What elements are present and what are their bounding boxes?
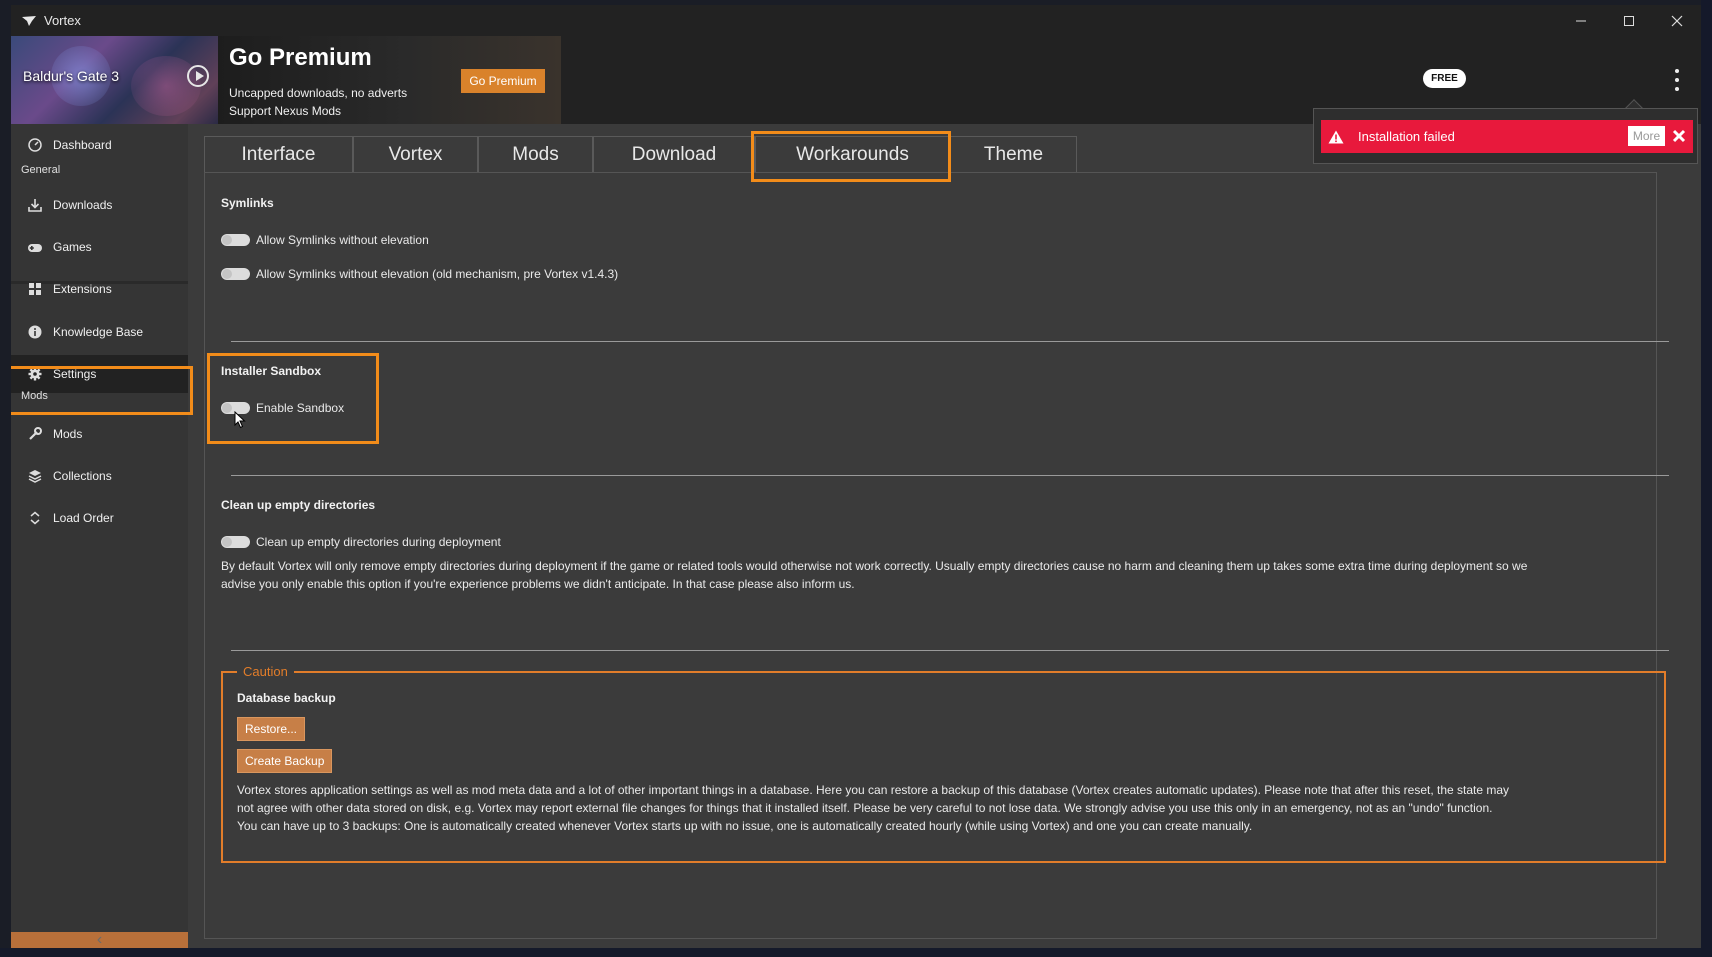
desktop-edge: [1701, 0, 1712, 957]
backup-description-line1: Vortex stores application settings as we…: [237, 783, 1510, 797]
sort-icon: [27, 510, 43, 526]
premium-line-2: Support Nexus Mods: [229, 104, 342, 118]
sidebar-item-load-order[interactable]: Load Order: [11, 499, 188, 537]
tab-vortex[interactable]: Vortex: [353, 136, 478, 172]
backup-description-line2: not agree with other data stored on disk…: [237, 801, 1493, 815]
create-backup-button[interactable]: Create Backup: [237, 749, 333, 773]
download-icon: [27, 197, 43, 213]
maximize-button[interactable]: [1605, 5, 1653, 36]
minimize-button[interactable]: [1557, 5, 1605, 36]
allow-symlinks-label: Allow Symlinks without elevation: [256, 233, 429, 247]
sidebar: Dashboard General Downloads Games Extens…: [11, 124, 188, 948]
allow-symlinks-old-label: Allow Symlinks without elevation (old me…: [256, 267, 619, 281]
more-options-icon[interactable]: [1673, 69, 1681, 91]
extensions-icon: [27, 281, 43, 297]
tab-theme[interactable]: Theme: [950, 136, 1077, 172]
game-art-glow: [131, 56, 201, 116]
active-game-tile[interactable]: Baldur's Gate 3: [11, 36, 218, 124]
cleanup-toggle-row: Clean up empty directories during deploy…: [221, 535, 501, 549]
play-icon[interactable]: [187, 65, 209, 87]
cleanup-directories-toggle[interactable]: [221, 536, 250, 548]
sidebar-item-label: Load Order: [53, 511, 114, 525]
allow-symlinks-old-toggle[interactable]: [221, 268, 250, 280]
game-name: Baldur's Gate 3: [23, 68, 120, 84]
mouse-cursor-icon: [234, 411, 246, 429]
vortex-window: Vortex Baldur's Gate 3 Go Premium Uncapp…: [11, 5, 1701, 948]
allow-symlinks-toggle[interactable]: [221, 234, 250, 246]
go-premium-button[interactable]: Go Premium: [461, 69, 545, 93]
backup-description-line3: You can have up to 3 backups: One is aut…: [237, 819, 1253, 833]
sidebar-item-label: Games: [53, 240, 92, 254]
maximize-icon: [1624, 15, 1634, 26]
wrench-icon: [27, 426, 43, 442]
minimize-icon: [1576, 20, 1586, 21]
dashboard-icon: [27, 137, 43, 153]
sidebar-item-label: Dashboard: [53, 138, 112, 152]
warning-icon: [1328, 130, 1344, 143]
premium-line-1: Uncapped downloads, no adverts: [229, 86, 408, 100]
title-bar: Vortex: [11, 5, 1701, 36]
sandbox-highlight: [207, 353, 379, 444]
premium-title: Go Premium: [229, 44, 372, 71]
caution-legend: Caution: [237, 664, 294, 679]
symlinks-title: Symlinks: [221, 196, 274, 210]
window-title: Vortex: [44, 13, 81, 28]
sidebar-item-extensions[interactable]: Extensions: [11, 270, 188, 308]
sidebar-item-downloads[interactable]: Downloads: [11, 186, 188, 224]
cleanup-title: Clean up empty directories: [221, 498, 376, 512]
tab-mods[interactable]: Mods: [478, 136, 593, 172]
restore-button[interactable]: Restore...: [237, 717, 306, 741]
notification-dismiss-button[interactable]: [1670, 126, 1688, 146]
sidebar-item-label: Mods: [53, 427, 83, 441]
cleanup-directories-label: Clean up empty directories during deploy…: [256, 535, 501, 549]
sidebar-item-label: Extensions: [53, 282, 112, 296]
sidebar-item-label: Knowledge Base: [53, 325, 144, 339]
sidebar-collapse-button[interactable]: ‹: [11, 931, 188, 948]
cleanup-description-line2: advise you only enable this option if yo…: [221, 577, 855, 591]
window-controls: [1557, 5, 1701, 36]
close-icon: [1671, 15, 1683, 26]
symlinks-toggle-row: Allow Symlinks without elevation: [221, 233, 429, 247]
sidebar-item-dashboard[interactable]: Dashboard: [11, 126, 188, 164]
chevron-left-icon: ‹: [96, 931, 103, 948]
close-icon: [1672, 129, 1686, 143]
database-backup-title: Database backup: [237, 691, 336, 705]
close-window-button[interactable]: [1653, 5, 1701, 36]
section-divider: [231, 650, 1669, 651]
sidebar-item-label: Downloads: [53, 198, 113, 212]
account-status-badge[interactable]: FREE: [1423, 69, 1466, 88]
cleanup-description-line1: By default Vortex will only remove empty…: [221, 559, 1528, 573]
settings-highlight: [11, 366, 193, 415]
vortex-logo-icon: [22, 15, 36, 26]
sidebar-item-mods[interactable]: Mods: [11, 415, 188, 453]
premium-promo: Go Premium Uncapped downloads, no advert…: [218, 36, 561, 124]
sidebar-section-general: General: [21, 164, 61, 176]
workarounds-tab-highlight: [751, 131, 951, 182]
sidebar-item-collections[interactable]: Collections: [11, 457, 188, 495]
sidebar-item-knowledge-base[interactable]: Knowledge Base: [11, 313, 188, 351]
sidebar-item-label: Collections: [53, 469, 112, 483]
layers-icon: [27, 468, 43, 484]
symlinks-old-toggle-row: Allow Symlinks without elevation (old me…: [221, 267, 618, 281]
notification-message: Installation failed: [1358, 129, 1455, 144]
tab-download[interactable]: Download: [593, 136, 755, 172]
gamepad-icon: [27, 239, 43, 255]
notification-more-button[interactable]: More: [1628, 126, 1665, 146]
sidebar-item-games[interactable]: Games: [11, 228, 188, 266]
section-divider: [231, 475, 1669, 476]
desktop-background: [0, 948, 1712, 957]
info-icon: [27, 324, 43, 340]
tab-interface[interactable]: Interface: [204, 136, 353, 172]
section-divider: [231, 341, 1669, 342]
